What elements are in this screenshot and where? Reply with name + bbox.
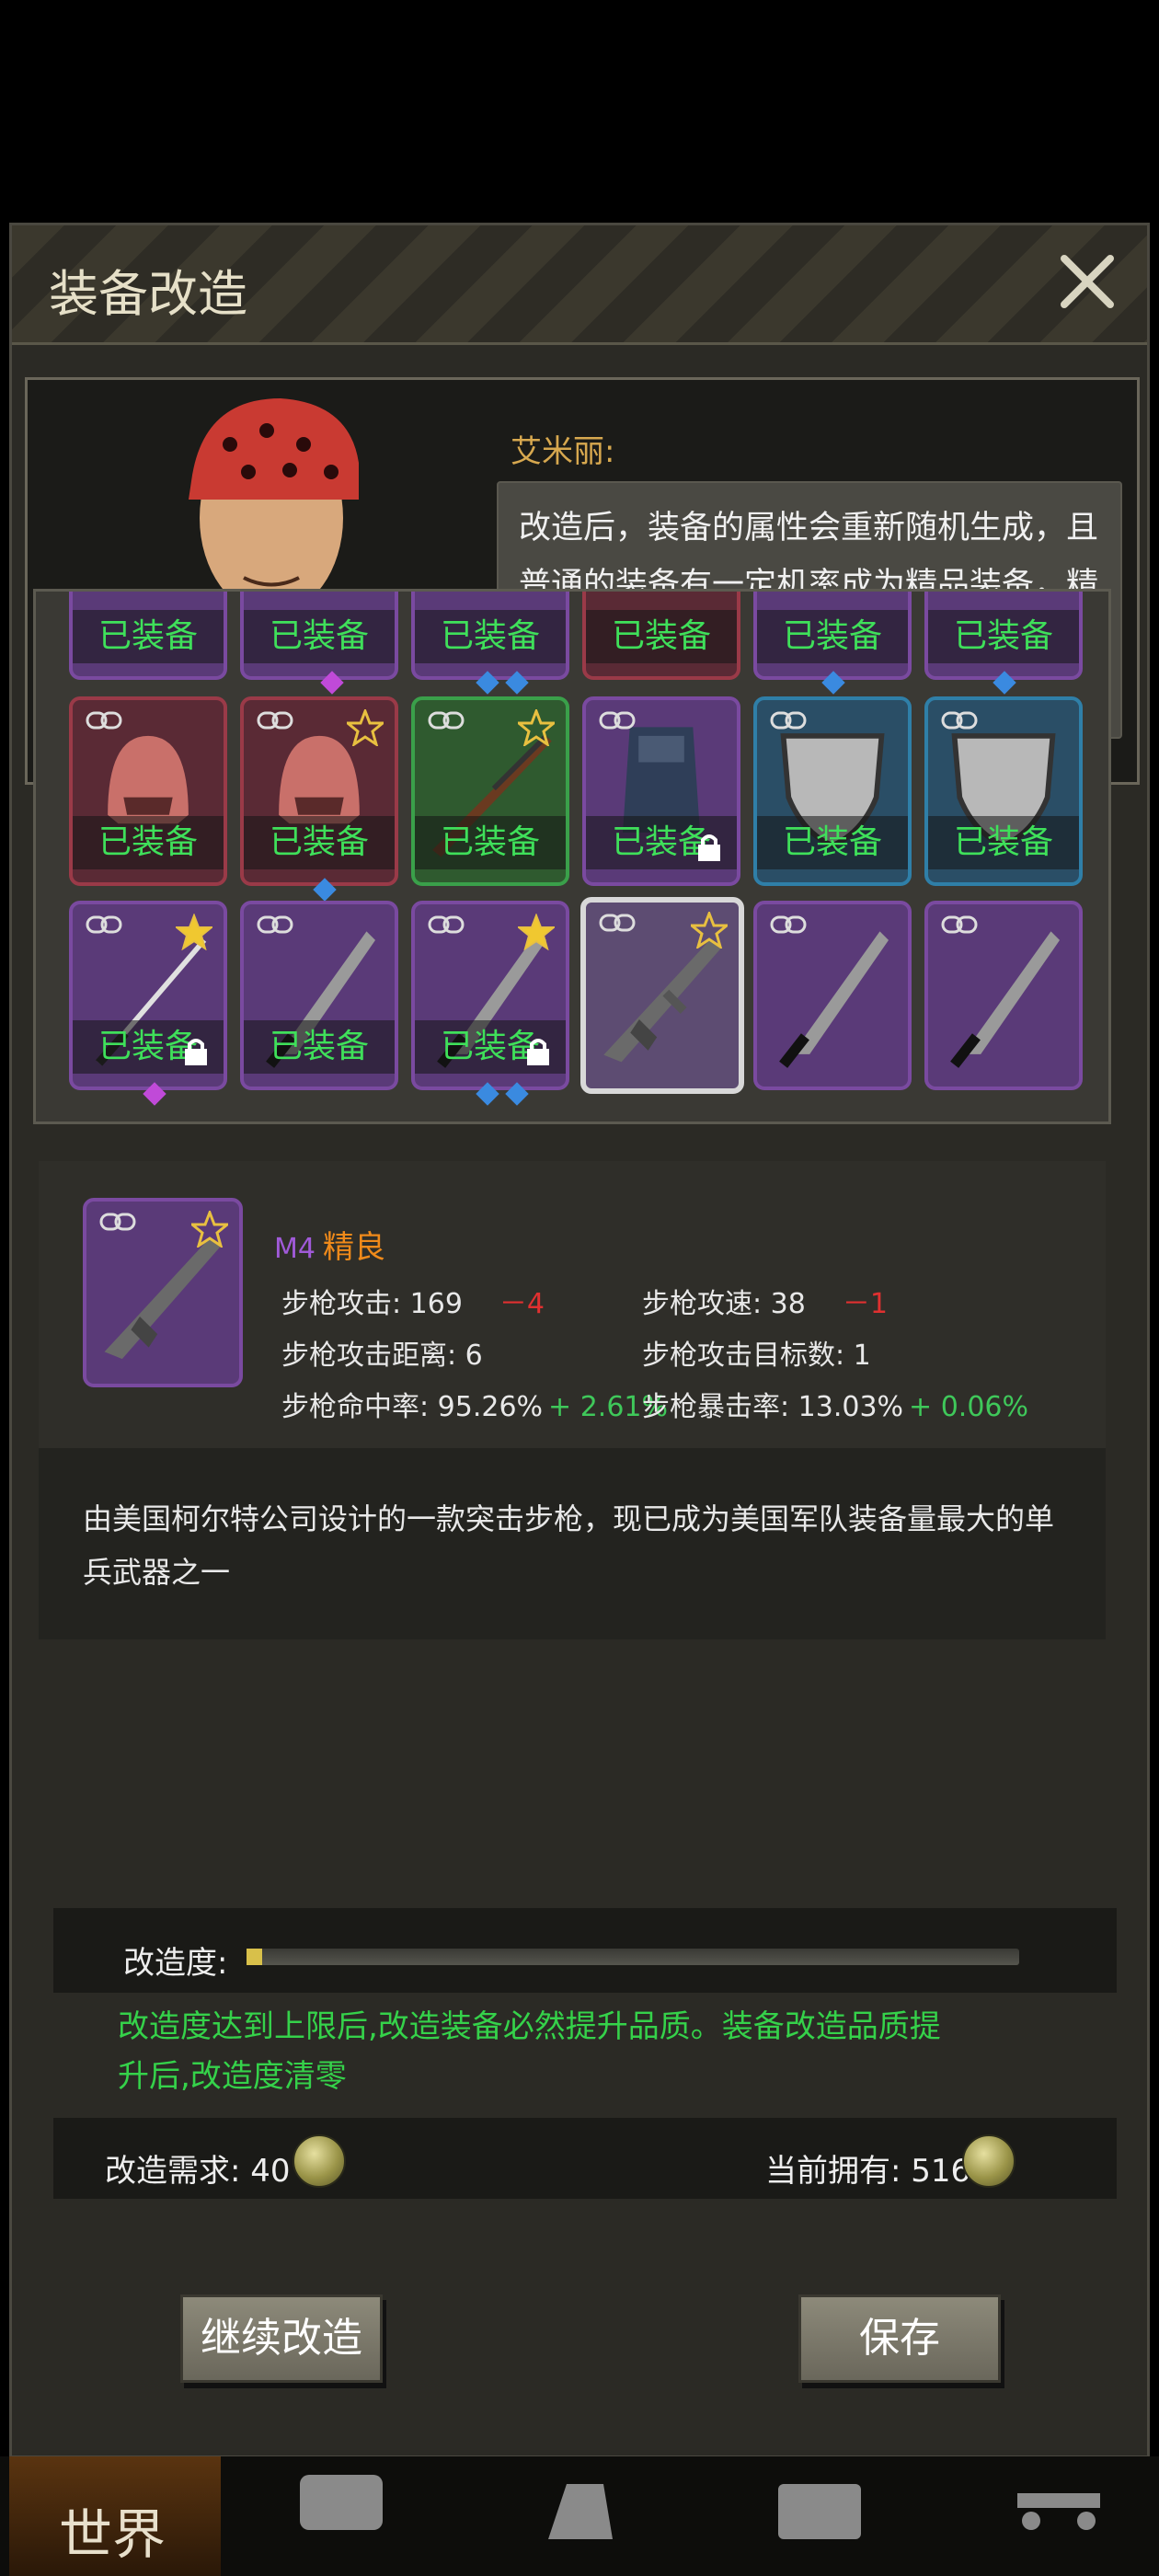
equipped-label: 已装备 xyxy=(244,816,395,869)
stat-speed: 步枪攻速: 38 －1 xyxy=(642,1281,888,1321)
equipped-label: 已装备 xyxy=(757,816,908,869)
coin-icon xyxy=(962,2134,1016,2188)
equipped-label: 已装备 xyxy=(928,816,1079,869)
link-icon xyxy=(599,711,636,730)
continue-modify-button[interactable]: 继续改造 xyxy=(180,2294,383,2383)
inventory-slot-rifle[interactable]: 已装备 xyxy=(411,696,569,886)
nav-world-tab[interactable]: 世界 xyxy=(9,2456,221,2576)
star-icon xyxy=(518,709,555,746)
link-icon xyxy=(428,915,465,934)
inventory-slot[interactable]: 已装备 xyxy=(924,592,1083,680)
coin-icon xyxy=(293,2134,346,2188)
npc-name: 艾米丽: xyxy=(511,433,615,470)
equipped-label: 已装备 xyxy=(244,1020,395,1074)
nav-world-label: 世界 xyxy=(59,2503,166,2566)
link-icon xyxy=(257,915,293,934)
modify-degree-progress xyxy=(247,1949,1019,1965)
inventory-slot-machete[interactable] xyxy=(753,901,912,1090)
equipped-label: 已装备 xyxy=(73,816,224,869)
star-icon xyxy=(518,914,555,950)
stat-attack-delta: －4 xyxy=(499,1288,545,1320)
equipped-label: 已装备 xyxy=(415,816,566,869)
backpack-icon[interactable] xyxy=(291,2466,392,2548)
link-icon xyxy=(86,711,122,730)
inventory-slot-armor[interactable]: 已装备 xyxy=(582,696,740,886)
lock-icon xyxy=(698,834,720,861)
item-description: 由美国柯尔特公司设计的一款突击步枪，现已成为美国军队装备量最大的单兵武器之一 xyxy=(83,1501,1055,1590)
link-icon xyxy=(599,914,636,932)
item-name: M4 精良 xyxy=(274,1222,385,1267)
star-icon xyxy=(191,1211,228,1248)
inventory-slot[interactable]: 已装备 xyxy=(411,592,569,680)
building-icon[interactable] xyxy=(769,2466,870,2548)
inventory-slot-machete[interactable]: 已装备 xyxy=(240,901,398,1090)
save-button[interactable]: 保存 xyxy=(798,2294,1001,2383)
bottom-nav: 世界 xyxy=(0,2456,1159,2576)
link-icon xyxy=(428,711,465,730)
stat-crit: 步枪暴击率: 13.03% + 0.06% xyxy=(642,1384,1028,1424)
stat-attack: 步枪攻击: 169 －4 xyxy=(281,1281,545,1321)
equipped-label: 已装备 xyxy=(415,610,566,663)
character-icon[interactable] xyxy=(530,2466,631,2548)
inventory-slot[interactable]: 已装备 xyxy=(240,592,398,680)
inventory-slot-katana[interactable]: 已装备 xyxy=(69,901,227,1090)
link-icon xyxy=(770,711,807,730)
lock-icon xyxy=(527,1039,549,1065)
stat-hit: 步枪命中率: 95.26% + 2.61% xyxy=(281,1384,668,1424)
stat-hit-value: 步枪命中率: 95.26% xyxy=(281,1391,544,1423)
stat-crit-value: 步枪暴击率: 13.03% xyxy=(642,1391,904,1423)
stat-targets: 步枪攻击目标数: 1 xyxy=(642,1340,871,1372)
owned-amount: 当前拥有: 516 xyxy=(765,2153,971,2190)
inventory-slot-helmet[interactable]: 已装备 xyxy=(69,696,227,886)
modify-degree-label: 改造度: xyxy=(123,1945,228,1982)
modify-notice: 改造度达到上限后,改造装备必然提升品质。装备改造品质提升后,改造度清零 xyxy=(118,2008,941,2095)
stat-attack-value: 步枪攻击: 169 xyxy=(281,1288,463,1320)
stat-speed-value: 步枪攻速: 38 xyxy=(642,1288,806,1320)
equipped-label: 已装备 xyxy=(73,610,224,663)
dialog-titlebar: 装备改造 xyxy=(12,225,1147,345)
close-icon[interactable] xyxy=(1055,249,1119,314)
link-icon xyxy=(257,711,293,730)
inventory-slot-shield[interactable]: 已装备 xyxy=(753,696,912,886)
star-icon xyxy=(347,709,384,746)
equipped-label: 已装备 xyxy=(586,610,737,663)
inventory-slot[interactable]: 已装备 xyxy=(753,592,912,680)
inventory-grid[interactable]: 已装备 已装备 已装备 已装备 已装备 已装备 已装备 已装备 已装备 已装备 … xyxy=(33,589,1111,1124)
star-icon xyxy=(691,912,728,949)
link-icon xyxy=(86,915,122,934)
inventory-slot-selected-m4[interactable] xyxy=(580,897,744,1094)
link-icon xyxy=(770,915,807,934)
item-grade: 精良 xyxy=(322,1229,385,1266)
equipped-label: 已装备 xyxy=(928,610,1079,663)
link-icon xyxy=(99,1213,136,1231)
link-icon xyxy=(941,711,978,730)
stat-crit-delta: + 0.06% xyxy=(909,1391,1029,1423)
vehicle-icon[interactable] xyxy=(1008,2466,1109,2548)
inventory-slot[interactable]: 已装备 xyxy=(69,592,227,680)
star-icon xyxy=(176,914,212,950)
inventory-slot-machete[interactable]: 已装备 xyxy=(411,901,569,1090)
item-info-panel: M4 精良 步枪攻击: 169 －4 步枪攻速: 38 －1 步枪攻击距离: 6 步枪… xyxy=(39,1161,1106,1639)
stat-speed-delta: －1 xyxy=(842,1288,888,1320)
link-icon xyxy=(941,915,978,934)
modify-cost: 改造需求: 40 xyxy=(105,2153,291,2190)
stat-range: 步枪攻击距离: 6 xyxy=(281,1340,483,1372)
inventory-slot[interactable]: 已装备 xyxy=(582,592,740,680)
item-thumbnail xyxy=(83,1198,243,1387)
item-stats-section: M4 精良 步枪攻击: 169 －4 步枪攻速: 38 －1 步枪攻击距离: 6 步枪… xyxy=(39,1161,1106,1448)
dialog-title: 装备改造 xyxy=(49,265,247,323)
modify-degree-fill xyxy=(247,1949,262,1965)
inventory-slot-helmet[interactable]: 已装备 xyxy=(240,696,398,886)
inventory-slot-machete[interactable] xyxy=(924,901,1083,1090)
equipped-label: 已装备 xyxy=(244,610,395,663)
lock-icon xyxy=(185,1039,207,1065)
equipped-label: 已装备 xyxy=(757,610,908,663)
inventory-slot-shield[interactable]: 已装备 xyxy=(924,696,1083,886)
item-model: M4 xyxy=(274,1233,316,1265)
